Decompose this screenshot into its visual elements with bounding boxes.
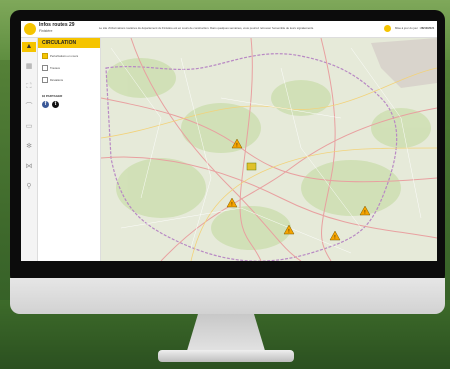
option-label: Travaux — [50, 65, 60, 70]
svg-text:!: ! — [364, 210, 365, 216]
svg-text:!: ! — [231, 202, 232, 208]
twitter-icon[interactable]: t — [52, 101, 59, 108]
app-title: Infos routes 29 — [39, 22, 75, 28]
facebook-icon[interactable]: f — [42, 101, 49, 108]
monitor-base — [158, 350, 294, 362]
update-date: Mise à jour du jour : 28/10/2021 — [395, 26, 434, 30]
map[interactable]: ! ! ! ! ! — [101, 38, 437, 261]
date-label: Mise à jour du jour : — [395, 26, 420, 30]
share-label: ⋈ PARTAGER — [42, 94, 62, 98]
calendar-icon[interactable]: ▦ — [24, 62, 34, 72]
map-canvas[interactable]: ! ! ! ! ! — [101, 38, 437, 261]
checkbox[interactable] — [42, 52, 48, 59]
svg-text:!: ! — [288, 229, 289, 235]
search-rail-icon[interactable]: ⚲ — [24, 182, 34, 192]
share-text: PARTAGER — [45, 94, 63, 98]
option-deviations[interactable]: Déviations — [42, 76, 63, 83]
truck-icon[interactable]: ▭ — [24, 122, 34, 132]
circulation-icon[interactable]: ▲ — [22, 42, 36, 52]
logo-icon[interactable] — [24, 23, 36, 35]
bridge-icon[interactable]: ⌒ — [24, 102, 34, 112]
notice-text: Le site d'informations routières du dépa… — [99, 26, 314, 30]
checkbox[interactable] — [42, 64, 48, 71]
side-panel: CIRCULATION Perturbations en cours Trava… — [38, 38, 101, 261]
monitor-stand — [186, 314, 266, 354]
top-bar: Infos routes 29 Finistère Le site d'info… — [21, 21, 437, 38]
share-icon: ⋈ — [42, 94, 45, 98]
option-label: Déviations — [50, 77, 64, 82]
panel-header: CIRCULATION — [38, 38, 100, 48]
option-perturbations[interactable]: Perturbations en cours — [42, 52, 78, 59]
option-label: Perturbations en cours — [50, 53, 79, 58]
info-icon[interactable] — [384, 25, 391, 32]
panel-title: CIRCULATION — [42, 40, 77, 46]
option-travaux[interactable]: Travaux — [42, 64, 60, 71]
snow-icon[interactable]: ✻ — [24, 142, 34, 152]
date-value: 28/10/2021 — [420, 26, 435, 30]
road-icon[interactable]: ⛶ — [24, 82, 34, 92]
svg-text:!: ! — [236, 143, 237, 149]
share-rail-icon[interactable]: ⋈ — [24, 162, 34, 172]
icon-rail: ▲ ▦ ⛶ ⌒ ▭ ✻ ⋈ ⚲ — [21, 38, 38, 261]
checkbox[interactable] — [42, 76, 48, 83]
svg-text:!: ! — [334, 235, 335, 241]
app-subtitle: Finistère — [39, 29, 53, 33]
screen: Infos routes 29 Finistère Le site d'info… — [21, 21, 437, 261]
monitor-chin — [10, 278, 445, 314]
works-marker[interactable] — [246, 162, 257, 171]
